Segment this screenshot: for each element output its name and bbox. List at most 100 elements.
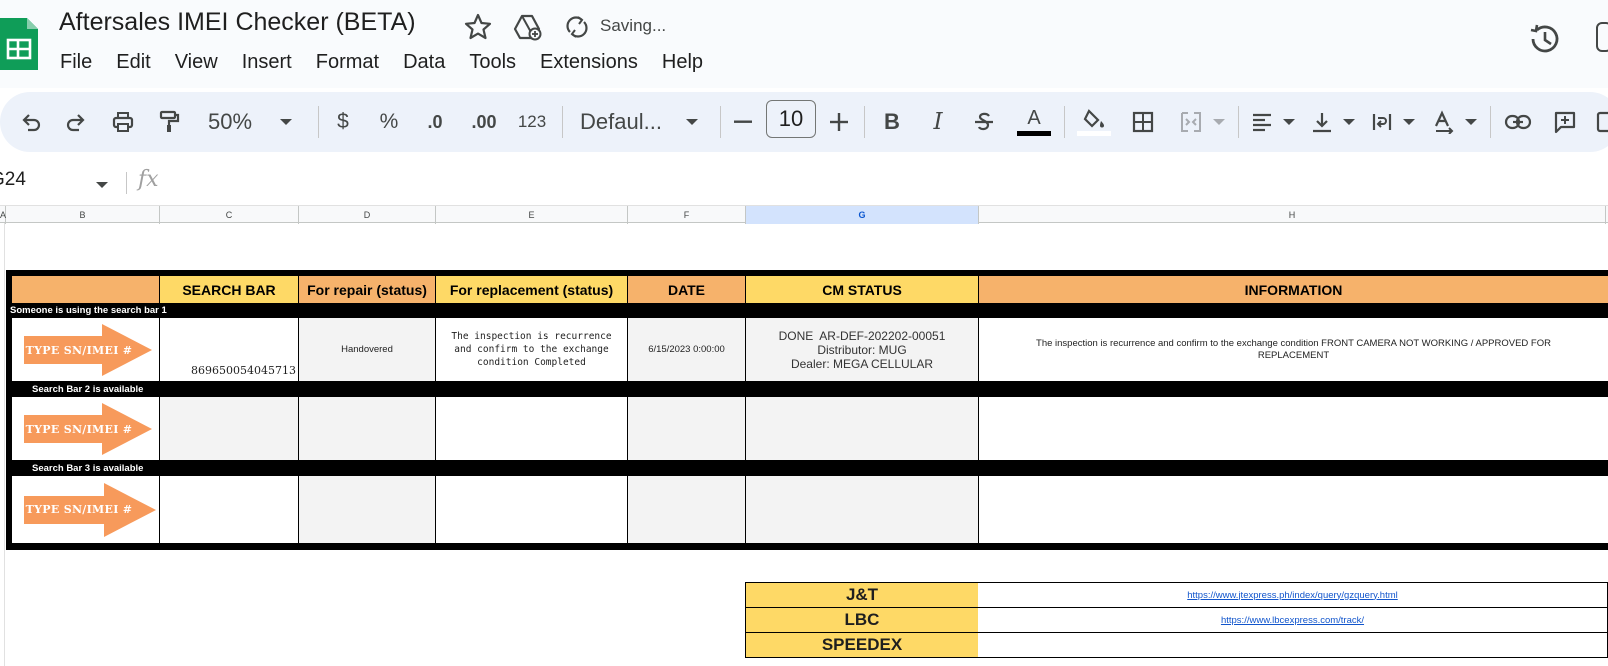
courier-lbc-link[interactable]: https://www.lbcexpress.com/track/ <box>1221 615 1364 626</box>
courier-jt-link[interactable]: https://www.jtexpress.ph/index/query/gzq… <box>1187 590 1398 601</box>
currency-button[interactable]: $ <box>330 92 356 152</box>
merge-caret-icon[interactable] <box>1210 92 1228 152</box>
borders-icon[interactable] <box>1128 92 1158 152</box>
rotation-caret-icon[interactable] <box>1462 92 1480 152</box>
cm-status-line-1: DONE AR-DEF-202202-00051 <box>778 328 946 343</box>
column-header-e[interactable]: E <box>436 206 628 224</box>
information-3 <box>979 476 1608 543</box>
chart-icon[interactable] <box>1596 92 1608 152</box>
sync-icon <box>566 16 588 38</box>
align-left-icon[interactable] <box>1248 92 1276 152</box>
print-icon[interactable] <box>108 92 138 152</box>
menu-file[interactable]: File <box>48 48 104 76</box>
fill-color-icon[interactable] <box>1076 92 1112 152</box>
arrow-label: TYPE SN/IMEI # <box>25 502 133 516</box>
cm-status-2 <box>746 397 978 460</box>
decrease-decimal-button[interactable]: .0 <box>418 92 452 152</box>
cm-status-3 <box>746 476 978 543</box>
replacement-status-1: The inspection is recurrence and confirm… <box>436 318 627 381</box>
valign-caret-icon[interactable] <box>1340 92 1358 152</box>
header-replacement-status: For replacement (status) <box>436 276 627 303</box>
row-label-1: Someone is using the search bar 1 <box>10 305 167 316</box>
type-imei-arrow: TYPE SN/IMEI # <box>24 403 152 455</box>
zoom-select[interactable]: 50% <box>200 92 260 152</box>
bold-icon[interactable]: B <box>878 92 906 152</box>
move-to-drive-icon[interactable] <box>512 12 542 42</box>
comment-icon[interactable] <box>1550 92 1580 152</box>
column-header-h[interactable]: H <box>979 206 1606 224</box>
font-caret-icon[interactable] <box>682 92 702 152</box>
text-wrap-icon[interactable] <box>1368 92 1396 152</box>
imei-value: 869650054045713 <box>191 364 296 377</box>
replacement-status-2 <box>436 397 627 460</box>
title-bar: Aftersales IMEI Checker (BETA) Saving...… <box>0 0 1608 88</box>
column-header-b[interactable]: B <box>6 206 160 224</box>
font-size-input[interactable]: 10 <box>766 100 816 138</box>
menu-bar: File Edit View Insert Format Data Tools … <box>48 48 715 76</box>
redo-icon[interactable] <box>61 92 91 152</box>
font-select[interactable]: Defaul... <box>580 92 678 152</box>
merge-icon[interactable] <box>1176 92 1206 152</box>
fx-icon: fx <box>138 167 159 192</box>
menu-insert[interactable]: Insert <box>230 48 304 76</box>
text-rotation-icon[interactable] <box>1430 92 1458 152</box>
strikethrough-icon[interactable] <box>970 92 998 152</box>
arrow-label: TYPE SN/IMEI # <box>25 422 133 436</box>
column-header-g[interactable]: G <box>746 206 979 224</box>
menu-data[interactable]: Data <box>391 48 457 76</box>
formula-input[interactable] <box>180 169 1580 197</box>
menu-tools[interactable]: Tools <box>457 48 528 76</box>
replacement-status-3 <box>436 476 627 543</box>
menu-help[interactable]: Help <box>650 48 715 76</box>
increase-font-size-button[interactable] <box>826 92 852 152</box>
courier-jt-label: J&T <box>745 582 979 608</box>
type-imei-arrow: TYPE SN/IMEI # <box>24 483 156 537</box>
document-title[interactable]: Aftersales IMEI Checker (BETA) <box>59 8 416 37</box>
header-date: DATE <box>628 276 745 303</box>
row-label-2: Search Bar 2 is available <box>32 384 144 395</box>
name-box-caret-icon[interactable] <box>96 182 108 188</box>
menu-format[interactable]: Format <box>304 48 391 76</box>
header-cm-status: CM STATUS <box>746 276 978 303</box>
decrease-font-size-button[interactable] <box>730 92 756 152</box>
wrap-caret-icon[interactable] <box>1400 92 1418 152</box>
repair-status-1: Handovered <box>299 318 435 381</box>
date-2 <box>628 397 745 460</box>
courier-lbc-label: LBC <box>745 607 979 633</box>
header-cell-blank <box>12 276 159 303</box>
cm-status-1: DONE AR-DEF-202202-00051 Distributor: MU… <box>746 318 978 381</box>
percent-button[interactable]: % <box>376 92 402 152</box>
menu-view[interactable]: View <box>163 48 230 76</box>
search-bar-2[interactable] <box>160 397 298 460</box>
column-header-f[interactable]: F <box>628 206 746 224</box>
column-header-c[interactable]: C <box>160 206 299 224</box>
version-history-icon[interactable] <box>1526 20 1564 58</box>
star-icon[interactable] <box>463 12 493 42</box>
row-label-3: Search Bar 3 is available <box>32 463 144 474</box>
zoom-value: 50% <box>207 109 253 134</box>
italic-icon[interactable]: I <box>924 92 952 152</box>
undo-icon[interactable] <box>16 92 46 152</box>
zoom-caret-icon[interactable] <box>276 92 296 152</box>
paint-format-icon[interactable] <box>154 92 184 152</box>
link-icon[interactable] <box>1502 92 1534 152</box>
column-header-d[interactable]: D <box>299 206 436 224</box>
increase-decimal-button[interactable]: .00 <box>466 92 502 152</box>
search-bar-3[interactable] <box>160 476 298 543</box>
name-box[interactable]: G24 <box>0 169 80 191</box>
courier-speedex-label: SPEEDEX <box>745 632 979 658</box>
text-color-icon[interactable]: A <box>1016 92 1052 152</box>
menu-edit[interactable]: Edit <box>104 48 162 76</box>
saving-status: Saving... <box>600 16 667 35</box>
arrow-cell-2: TYPE SN/IMEI # <box>12 397 159 460</box>
menu-extensions[interactable]: Extensions <box>528 48 650 76</box>
valign-bottom-icon[interactable] <box>1308 92 1336 152</box>
sheets-logo-icon[interactable] <box>0 18 38 70</box>
date-1: 6/15/2023 0:00:00 <box>628 318 745 381</box>
align-caret-icon[interactable] <box>1280 92 1298 152</box>
type-imei-arrow: TYPE SN/IMEI # <box>24 324 152 376</box>
number-format-button[interactable]: 123 <box>514 92 550 152</box>
courier-lbc-link-cell: https://www.lbcexpress.com/track/ <box>978 607 1608 633</box>
header-search-bar: SEARCH BAR <box>160 276 298 303</box>
comments-icon[interactable] <box>1596 22 1608 52</box>
